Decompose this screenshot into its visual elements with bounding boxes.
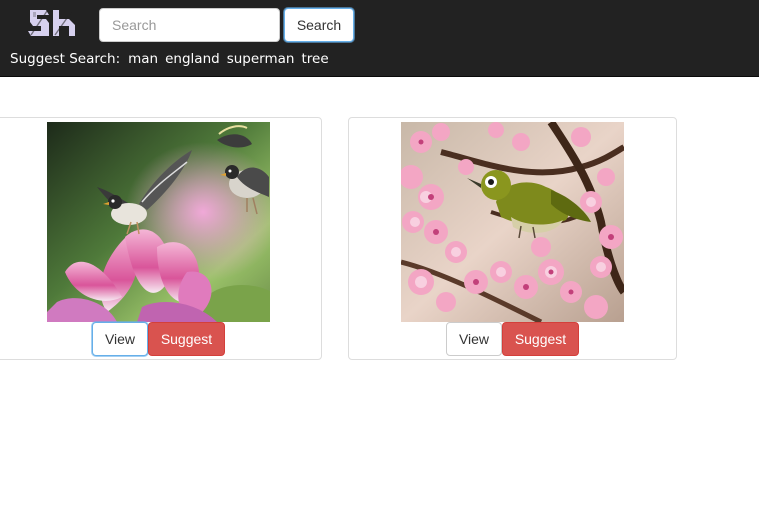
suggest-term-superman[interactable]: superman (227, 51, 295, 67)
birds-lotus-photo[interactable] (47, 122, 270, 322)
suggest-term-england[interactable]: england (165, 51, 220, 67)
suggest-term-tree[interactable]: tree (301, 51, 328, 67)
top-navbar: Search Suggest Search: man england super… (0, 0, 759, 77)
suggest-term-man[interactable]: man (128, 51, 158, 67)
image-card: View Suggest (0, 117, 322, 360)
view-button[interactable]: View (92, 322, 148, 356)
suggest-button[interactable]: Suggest (502, 322, 579, 356)
suggest-search-label: Suggest Search: (10, 51, 121, 67)
view-button[interactable]: View (446, 322, 502, 356)
suggest-button[interactable]: Suggest (148, 322, 225, 356)
search-button[interactable]: Search (284, 8, 354, 42)
site-logo[interactable] (28, 8, 76, 38)
suggest-search-row: Suggest Search: man england superman tre… (10, 50, 336, 68)
image-card: View Suggest (348, 117, 677, 360)
bird-blossom-photo[interactable] (401, 122, 624, 322)
search-input[interactable] (99, 8, 280, 42)
